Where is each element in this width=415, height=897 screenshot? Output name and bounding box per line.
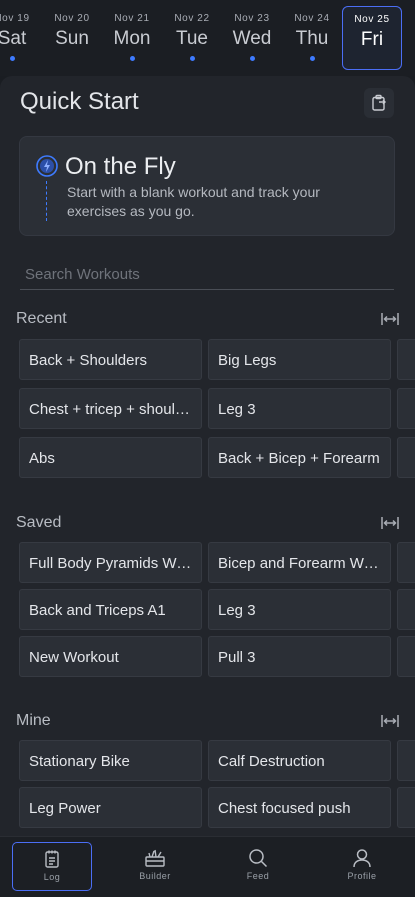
notepad-icon xyxy=(45,850,59,868)
workout-dot xyxy=(9,56,15,61)
nav-feed-label: Feed xyxy=(246,871,270,881)
workout-tile[interactable]: Bicep and Forearm Workout xyxy=(208,542,391,583)
day-nov-22[interactable]: Nov 22 Tue xyxy=(162,6,222,70)
saved-section-title: Saved xyxy=(16,514,62,531)
mine-section-title: Mine xyxy=(16,712,51,729)
workout-tile-partial[interactable] xyxy=(397,388,415,429)
nav-feed[interactable]: Feed xyxy=(218,842,298,891)
nav-log[interactable]: Log xyxy=(12,842,92,891)
day-name: Sun xyxy=(55,28,89,49)
workout-tile[interactable]: New Workout xyxy=(19,636,202,677)
workout-tile-partial[interactable] xyxy=(397,740,415,781)
workout-tile-partial[interactable] xyxy=(397,437,415,478)
day-name: Wed xyxy=(232,28,272,49)
workout-tile[interactable]: Stationary Bike xyxy=(19,740,202,781)
day-date: Nov 19 xyxy=(0,13,30,24)
nav-builder[interactable]: Builder xyxy=(115,842,195,891)
paste-workout-button[interactable] xyxy=(364,88,394,118)
bolt-circle-icon xyxy=(36,155,58,177)
workout-tile[interactable]: Chest + tricep + shoulders xyxy=(19,388,202,429)
nav-profile-label: Profile xyxy=(347,871,377,881)
expand-horizontal-icon[interactable] xyxy=(380,310,400,328)
day-date: Nov 20 xyxy=(54,13,90,24)
workout-tile[interactable]: Full Body Pyramids Workout xyxy=(19,542,202,583)
bottom-nav: Log Builder Feed Profile xyxy=(0,836,415,897)
workout-tile-partial[interactable] xyxy=(397,589,415,630)
workout-tile[interactable]: Leg 3 xyxy=(208,589,391,630)
workout-tile-partial[interactable] xyxy=(397,339,415,380)
workout-dot xyxy=(249,56,255,61)
person-icon xyxy=(353,849,371,868)
day-date: Nov 24 xyxy=(294,13,330,24)
day-nov-24[interactable]: Nov 24 Thu xyxy=(282,6,342,70)
day-name: Fri xyxy=(360,29,384,50)
workout-tile[interactable]: Abs xyxy=(19,437,202,478)
toolbox-icon xyxy=(145,849,165,867)
workout-tile-partial[interactable] xyxy=(397,542,415,583)
workout-tile-partial[interactable] xyxy=(397,636,415,677)
search-icon xyxy=(249,849,268,868)
day-name: Tue xyxy=(175,28,209,49)
day-name: Sat xyxy=(0,28,27,49)
day-nov-23[interactable]: Nov 23 Wed xyxy=(222,6,282,70)
nav-log-label: Log xyxy=(43,872,61,882)
on-the-fly-card[interactable]: On the Fly Start with a blank workout an… xyxy=(19,136,395,236)
workout-tile[interactable]: Pull 3 xyxy=(208,636,391,677)
day-date: Nov 25 xyxy=(354,14,390,25)
day-date: Nov 21 xyxy=(114,13,150,24)
search-workouts-input[interactable] xyxy=(20,259,394,290)
day-nov-25-selected[interactable]: Nov 25 Fri xyxy=(342,6,402,70)
workout-tile[interactable]: Calf Destruction xyxy=(208,740,391,781)
fly-connector-line xyxy=(46,181,47,221)
day-name: Thu xyxy=(295,28,329,49)
workout-dot xyxy=(309,56,315,61)
day-nov-21[interactable]: Nov 21 Mon xyxy=(102,6,162,70)
day-date: Nov 22 xyxy=(174,13,210,24)
workout-tile[interactable]: Back and Triceps A1 xyxy=(19,589,202,630)
workout-tile[interactable]: Chest focused push xyxy=(208,787,391,828)
workout-tile[interactable]: Back + Bicep + Forearm xyxy=(208,437,391,478)
workout-tile-partial[interactable] xyxy=(397,787,415,828)
workout-tile[interactable]: Big Legs xyxy=(208,339,391,380)
day-name: Mon xyxy=(113,28,151,49)
nav-profile[interactable]: Profile xyxy=(322,842,402,891)
on-the-fly-description: Start with a blank workout and track you… xyxy=(67,184,320,219)
expand-horizontal-icon[interactable] xyxy=(380,712,400,730)
quick-start-title: Quick Start xyxy=(20,88,139,115)
day-nov-19[interactable]: Nov 19 Sat xyxy=(0,6,42,70)
workout-tile[interactable]: Leg 3 xyxy=(208,388,391,429)
expand-horizontal-icon[interactable] xyxy=(380,514,400,532)
day-date: Nov 23 xyxy=(234,13,270,24)
nav-builder-label: Builder xyxy=(139,871,171,881)
recent-section-title: Recent xyxy=(16,310,67,327)
date-strip: Nov 19 Sat Nov 20 Sun Nov 21 Mon Nov 22 … xyxy=(0,0,415,76)
on-the-fly-title: On the Fly xyxy=(65,153,176,180)
workout-dot xyxy=(189,56,195,61)
day-nov-20[interactable]: Nov 20 Sun xyxy=(42,6,102,70)
workout-dot xyxy=(129,56,135,61)
workout-tile[interactable]: Leg Power xyxy=(19,787,202,828)
workout-tile[interactable]: Back + Shoulders xyxy=(19,339,202,380)
clipboard-icon xyxy=(372,94,386,111)
